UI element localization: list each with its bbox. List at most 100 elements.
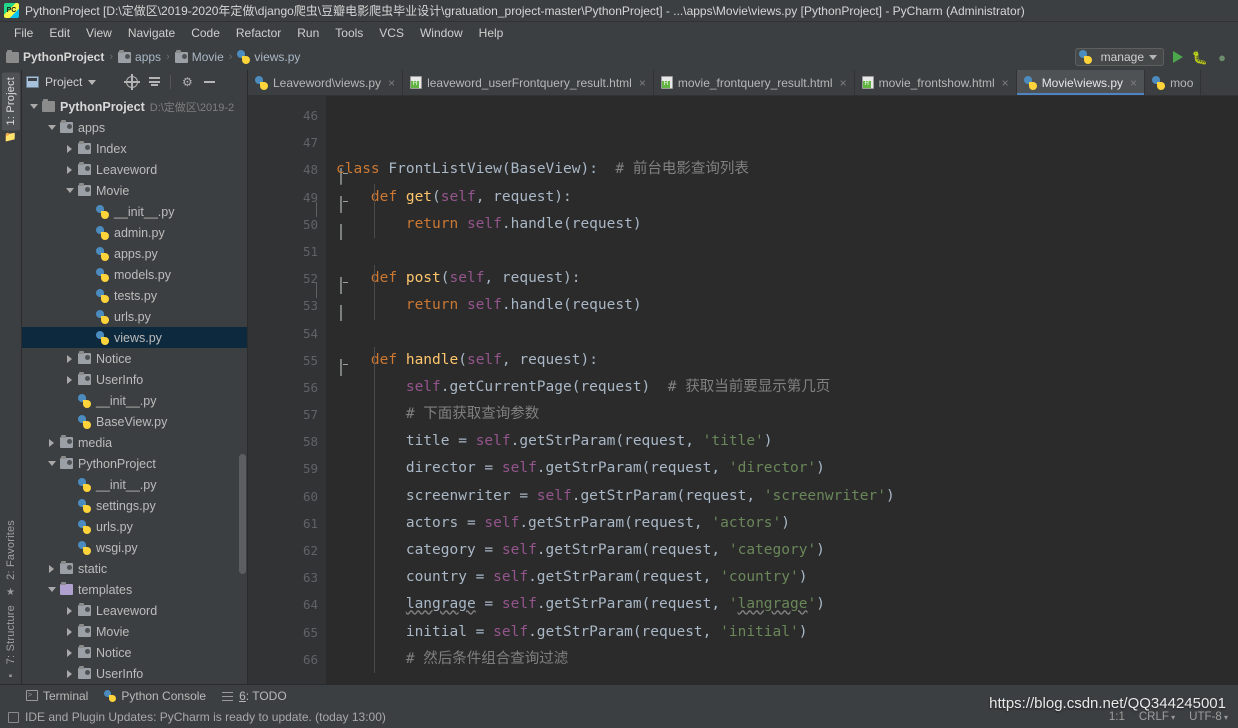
chevron-right-icon[interactable] — [46, 564, 57, 573]
tree-item-index[interactable]: Index — [22, 138, 247, 159]
tree-item-urls-py[interactable]: urls.py — [22, 516, 247, 537]
gear-icon[interactable]: ⚙ — [179, 74, 195, 90]
tree-item-movie[interactable]: Movie — [22, 180, 247, 201]
locate-icon[interactable] — [124, 74, 141, 90]
breadcrumb-item-apps[interactable]: apps — [118, 49, 161, 64]
tree-item-views-py[interactable]: views.py — [22, 327, 247, 348]
chevron-right-icon[interactable] — [46, 438, 57, 447]
bottom-tab-6-todo[interactable]: 6: TODO — [222, 689, 287, 703]
tree-item-wsgi-py[interactable]: wsgi.py — [22, 537, 247, 558]
coverage-button[interactable]: ● — [1214, 49, 1230, 65]
chevron-down-icon[interactable] — [64, 188, 75, 193]
notification-icon[interactable] — [8, 711, 19, 723]
menu-item-refactor[interactable]: Refactor — [228, 24, 289, 42]
tree-item-leaveword[interactable]: Leaveword — [22, 159, 247, 180]
menu-item-vcs[interactable]: VCS — [371, 24, 412, 42]
tree-item-admin-py[interactable]: admin.py — [22, 222, 247, 243]
collapse-all-icon[interactable] — [146, 74, 162, 90]
line-separator[interactable]: CRLF ▾ — [1139, 711, 1175, 723]
line-number-gutter: 46 47 48 49 50 51 52 53 54 55 56 57 58 59 60 61 62 63 64 65… — [248, 96, 342, 684]
close-icon[interactable]: × — [1002, 76, 1009, 90]
tree-item-media[interactable]: media — [22, 432, 247, 453]
tool-window-tab-project[interactable]: 1: Project — [1, 72, 20, 131]
indent-guide — [374, 265, 375, 320]
chevron-down-icon[interactable] — [46, 125, 57, 130]
tree-item-baseview-py[interactable]: BaseView.py — [22, 411, 247, 432]
tree-item---init---py[interactable]: __init__.py — [22, 474, 247, 495]
breadcrumb-item-views-py[interactable]: views.py — [237, 50, 300, 64]
chevron-right-icon[interactable] — [64, 648, 75, 657]
tree-item-apps-py[interactable]: apps.py — [22, 243, 247, 264]
project-panel-header: Project ⚙ — [22, 70, 247, 94]
menu-item-file[interactable]: File — [6, 24, 41, 42]
code-token: get — [405, 188, 433, 205]
menu-item-view[interactable]: View — [78, 24, 120, 42]
chevron-right-icon[interactable] — [64, 606, 75, 615]
editor-tab-movie_frontshow-html[interactable]: movie_frontshow.html × — [855, 70, 1017, 95]
close-icon[interactable]: × — [388, 76, 395, 90]
editor-tab-movie_frontquery_result-html[interactable]: movie_frontquery_result.html × — [654, 70, 855, 95]
project-view-chevron-down-icon[interactable] — [88, 79, 97, 85]
tree-item-tests-py[interactable]: tests.py — [22, 285, 247, 306]
editor-tab-moo[interactable]: moo — [1145, 70, 1202, 95]
close-icon[interactable]: × — [1130, 76, 1137, 90]
module-folder-icon — [78, 624, 91, 637]
editor-tab-leaveword-views-py[interactable]: Leaveword\views.py × — [248, 70, 404, 95]
tree-item-urls-py[interactable]: urls.py — [22, 306, 247, 327]
tree-item-static[interactable]: static — [22, 558, 247, 579]
menu-item-window[interactable]: Window — [412, 24, 471, 42]
chevron-right-icon[interactable] — [64, 165, 75, 174]
tree-item-pythonproject[interactable]: PythonProject D:\定做区\2019-2 — [22, 96, 247, 117]
chevron-down-icon[interactable] — [46, 461, 57, 466]
project-tree-scrollbar[interactable] — [239, 454, 246, 574]
breadcrumb-item-pythonproject[interactable]: PythonProject — [6, 49, 104, 64]
tree-item-pythonproject[interactable]: PythonProject — [22, 453, 247, 474]
tree-item-models-py[interactable]: models.py — [22, 264, 247, 285]
tool-window-tab-structure[interactable]: 7: Structure — [2, 600, 20, 669]
chevron-right-icon[interactable] — [64, 375, 75, 384]
chevron-down-icon[interactable] — [28, 104, 39, 109]
chevron-right-icon[interactable] — [64, 627, 75, 636]
tree-item-userinfo[interactable]: UserInfo — [22, 369, 247, 390]
breadcrumb-item-movie[interactable]: Movie — [174, 49, 224, 64]
run-configuration-selector[interactable]: manage — [1074, 48, 1164, 66]
hide-icon[interactable] — [201, 74, 217, 90]
chevron-down-icon[interactable] — [46, 587, 57, 592]
source-code[interactable]: class FrontListView(BaseView): # 前台电影查询列… — [326, 96, 1238, 684]
editor-tab-movie-views-py[interactable]: Movie\views.py × — [1016, 70, 1146, 95]
tree-item-userinfo[interactable]: UserInfo — [22, 663, 247, 684]
tool-window-tab-favorites[interactable]: 2: Favorites — [2, 515, 20, 585]
shield-icon: ● — [1218, 49, 1226, 65]
menu-item-help[interactable]: Help — [471, 24, 512, 42]
code-token: post — [405, 270, 441, 287]
menu-item-tools[interactable]: Tools — [327, 24, 371, 42]
file-encoding[interactable]: UTF-8 ▾ — [1189, 711, 1228, 723]
menu-item-edit[interactable]: Edit — [41, 24, 78, 42]
menu-item-code[interactable]: Code — [183, 24, 228, 42]
bottom-tab-python-console[interactable]: Python Console — [104, 689, 206, 703]
code-editor[interactable]: 46 47 48 49 50 51 52 53 54 55 56 57 58 59 60 61 62 63 64 65… — [248, 96, 1238, 684]
debug-button[interactable]: 🐛 — [1192, 49, 1208, 65]
editor-tab-leaveword_userfrontquery_result-html[interactable]: leaveword_userFrontquery_result.html × — [403, 70, 654, 95]
close-icon[interactable]: × — [639, 76, 646, 90]
chevron-right-icon[interactable] — [64, 354, 75, 363]
tree-item-settings-py[interactable]: settings.py — [22, 495, 247, 516]
bottom-tab-terminal[interactable]: > Terminal — [26, 689, 88, 703]
close-icon[interactable]: × — [840, 76, 847, 90]
chevron-right-icon[interactable] — [64, 144, 75, 153]
tree-item-movie[interactable]: Movie — [22, 621, 247, 642]
tree-item-notice[interactable]: Notice — [22, 348, 247, 369]
tree-item---init---py[interactable]: __init__.py — [22, 201, 247, 222]
tree-item-templates[interactable]: templates — [22, 579, 247, 600]
tree-item-apps[interactable]: apps — [22, 117, 247, 138]
chevron-right-icon[interactable] — [64, 669, 75, 678]
caret-position[interactable]: 1:1 — [1109, 711, 1125, 723]
line-number: 57 — [302, 407, 318, 423]
menu-item-run[interactable]: Run — [289, 24, 327, 42]
menu-item-navigate[interactable]: Navigate — [120, 24, 183, 42]
run-button[interactable] — [1170, 49, 1186, 65]
project-folder-icon: 📁 — [4, 132, 17, 144]
tree-item-notice[interactable]: Notice — [22, 642, 247, 663]
tree-item---init---py[interactable]: __init__.py — [22, 390, 247, 411]
tree-item-leaveword[interactable]: Leaveword — [22, 600, 247, 621]
